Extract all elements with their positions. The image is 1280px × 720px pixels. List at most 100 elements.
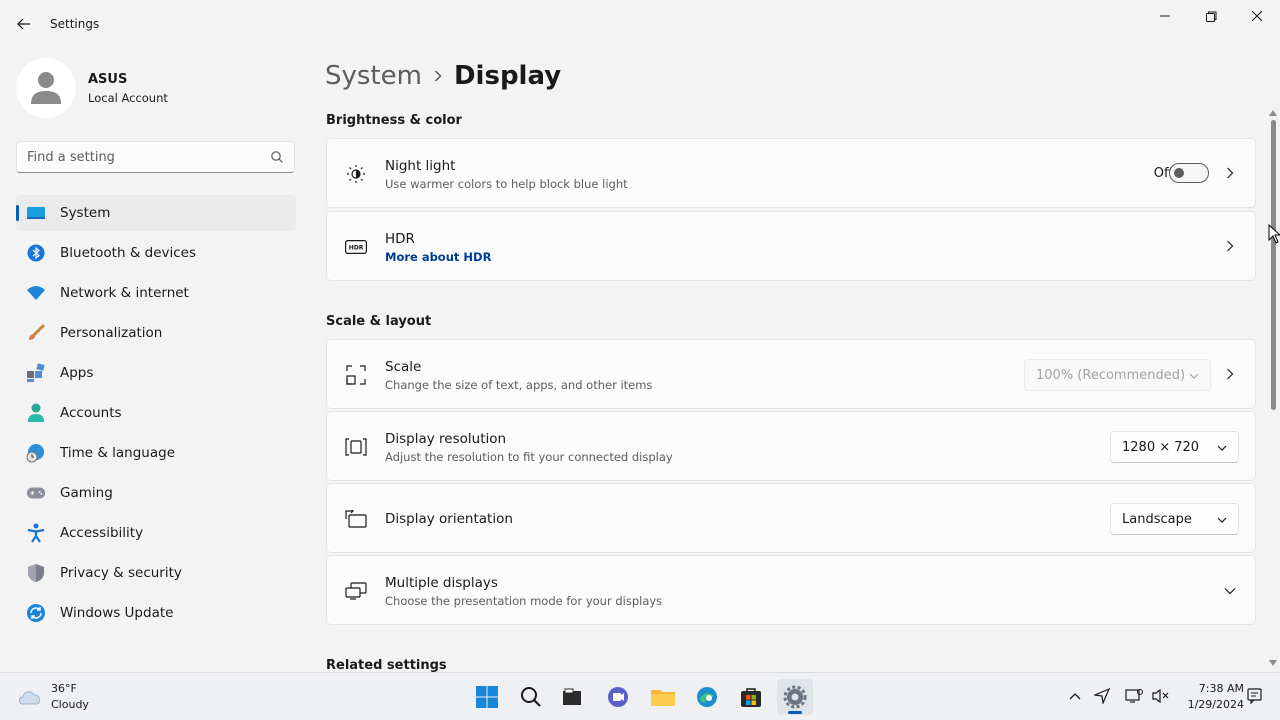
notification-bell-icon[interactable] <box>1246 687 1264 705</box>
search-icon <box>521 687 541 707</box>
gamepad-icon <box>26 483 46 503</box>
accessibility-icon <box>26 523 46 543</box>
back-button[interactable] <box>12 12 36 36</box>
more-about-hdr-link[interactable]: More about HDR <box>385 250 491 264</box>
sidebar-item-accounts[interactable]: Accounts <box>16 395 296 431</box>
search-input[interactable] <box>27 148 267 166</box>
sidebar-item-accessibility[interactable]: Accessibility <box>16 515 296 551</box>
location-arrow-icon[interactable] <box>1093 687 1111 705</box>
sidebar-item-network[interactable]: Network & internet <box>16 275 296 311</box>
scale-dropdown[interactable]: 100% (Recommended) <box>1024 359 1211 391</box>
display-orientation-card: Display orientation Landscape <box>326 483 1256 553</box>
scroll-up-arrow-icon[interactable] <box>1269 110 1277 116</box>
back-arrow-icon <box>17 18 30 30</box>
sidebar-item-label: Bluetooth & devices <box>60 245 197 261</box>
app-title: Settings <box>50 17 100 31</box>
scale-card[interactable]: Scale Change the size of text, apps, and… <box>326 339 1256 409</box>
scale-subtitle: Change the size of text, apps, and other… <box>385 378 653 392</box>
display-orientation-title: Display orientation <box>385 511 513 527</box>
night-light-title: Night light <box>385 158 456 174</box>
sidebar-item-label: Time & language <box>60 445 176 461</box>
sidebar-item-gaming[interactable]: Gaming <box>16 475 296 511</box>
mouse-cursor-icon <box>1268 224 1280 244</box>
search-box[interactable] <box>16 141 295 173</box>
sidebar-item-system[interactable]: System <box>16 195 296 231</box>
chevron-right-icon <box>1223 239 1237 253</box>
clock-date[interactable]: 1/29/2024 <box>1176 698 1244 711</box>
show-hidden-icons-chevron-up-icon[interactable] <box>1066 687 1084 705</box>
laptop-icon <box>26 203 46 223</box>
scrollbar-thumb[interactable] <box>1271 120 1276 410</box>
title-bar: Settings <box>0 0 1280 48</box>
close-button[interactable] <box>1234 4 1280 28</box>
taskbar-start-button[interactable] <box>469 679 505 715</box>
sidebar-item-personalization[interactable]: Personalization <box>16 315 296 351</box>
resolution-icon <box>345 436 367 458</box>
chevron-down-icon <box>1189 373 1199 379</box>
sidebar-item-label: Accessibility <box>60 525 144 541</box>
hdr-title: HDR <box>385 231 415 247</box>
orientation-value: Landscape <box>1122 512 1192 527</box>
clock-time[interactable]: 7:38 AM <box>1186 682 1244 695</box>
orientation-dropdown[interactable]: Landscape <box>1110 503 1239 535</box>
taskbar-app-edge[interactable] <box>689 679 725 715</box>
user-profile[interactable]: ASUS Local Account <box>16 58 296 118</box>
chevron-right-icon <box>1223 166 1237 180</box>
hdr-icon: HDR <box>345 236 367 258</box>
chevron-down-icon <box>1217 445 1227 451</box>
restore-button[interactable] <box>1188 4 1234 28</box>
resolution-dropdown[interactable]: 1280 × 720 <box>1110 431 1239 463</box>
teams-icon <box>608 687 628 707</box>
taskbar-app-teams[interactable] <box>600 679 636 715</box>
folder-icon <box>651 690 675 706</box>
chevron-down-icon[interactable] <box>1223 584 1237 598</box>
display-resolution-card: Display resolution Adjust the resolution… <box>326 411 1256 481</box>
weather-condition[interactable]: Cloudy <box>51 698 89 711</box>
search-icon[interactable] <box>270 150 284 164</box>
taskbar-search-button[interactable] <box>513 679 549 715</box>
avatar <box>16 58 76 118</box>
update-icon <box>26 603 46 623</box>
section-title-brightness: Brightness & color <box>326 113 462 128</box>
volume-muted-icon[interactable] <box>1151 687 1169 705</box>
display-resolution-subtitle: Adjust the resolution to fit your connec… <box>385 450 673 464</box>
breadcrumb: System Display <box>325 56 561 96</box>
multiple-displays-card[interactable]: Multiple displays Choose the presentatio… <box>326 555 1256 625</box>
taskbar-app-store[interactable] <box>733 679 769 715</box>
section-title-scale-layout: Scale & layout <box>326 314 432 329</box>
section-title-related-settings: Related settings <box>326 658 447 673</box>
restore-icon <box>1205 11 1216 22</box>
night-light-card[interactable]: Night light Use warmer colors to help bl… <box>326 138 1256 208</box>
sidebar-item-privacy[interactable]: Privacy & security <box>16 555 296 591</box>
sidebar-item-apps[interactable]: Apps <box>16 355 296 391</box>
multiple-displays-title: Multiple displays <box>385 575 498 591</box>
page-title: Display <box>453 61 562 91</box>
sidebar-item-label: Network & internet <box>60 285 189 301</box>
multiple-displays-subtitle: Choose the presentation mode for your di… <box>385 594 663 608</box>
taskbar-app-file-manager[interactable] <box>554 679 590 715</box>
hdr-card[interactable]: HDR HDR More about HDR <box>326 211 1256 281</box>
minimize-button[interactable] <box>1142 4 1188 28</box>
scale-title: Scale <box>385 359 422 375</box>
network-display-icon[interactable] <box>1125 687 1143 705</box>
weather-temperature[interactable]: 36°F <box>51 682 77 695</box>
sidebar-item-label: Windows Update <box>60 605 174 621</box>
orientation-icon <box>345 508 367 530</box>
night-light-toggle[interactable] <box>1169 163 1209 183</box>
sidebar-item-bluetooth[interactable]: Bluetooth & devices <box>16 235 296 271</box>
scale-icon <box>345 364 367 386</box>
sidebar-item-time-language[interactable]: Time & language <box>16 435 296 471</box>
breadcrumb-parent[interactable]: System <box>325 61 422 91</box>
sidebar-item-label: Apps <box>60 365 94 381</box>
sidebar-item-label: Gaming <box>60 485 113 501</box>
cloud-weather-icon[interactable] <box>16 685 44 707</box>
scroll-down-arrow-icon[interactable] <box>1269 660 1277 666</box>
sidebar-item-windows-update[interactable]: Windows Update <box>16 595 296 631</box>
svg-text:HDR: HDR <box>349 245 364 252</box>
wifi-icon <box>26 283 46 303</box>
taskbar-app-settings[interactable] <box>777 679 813 715</box>
display-resolution-title: Display resolution <box>385 431 507 447</box>
chevron-right-icon <box>434 70 442 82</box>
taskbar-app-file-explorer[interactable] <box>645 679 681 715</box>
taskbar: 36°F Cloudy 7:38 AM 1/29/2024 <box>0 672 1280 720</box>
